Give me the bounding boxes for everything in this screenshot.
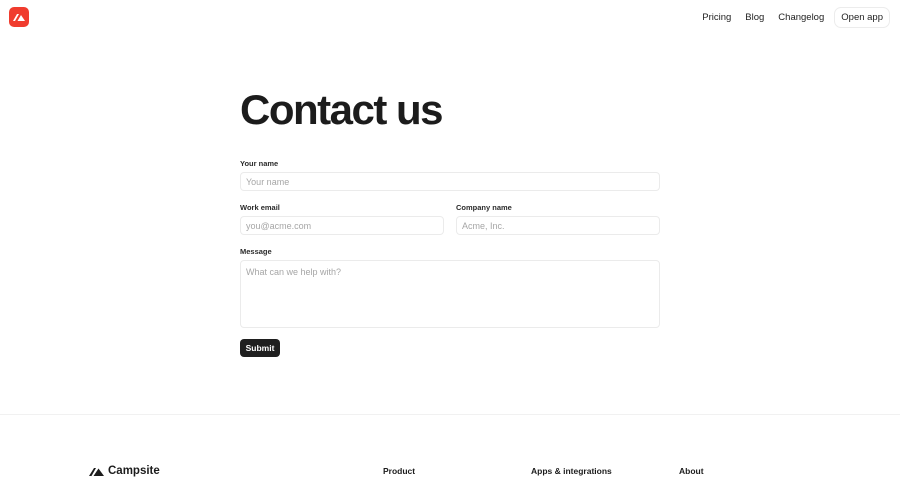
email-input[interactable] — [240, 216, 444, 235]
nav-changelog-link[interactable]: Changelog — [771, 8, 831, 27]
footer-brand[interactable]: Campsite — [89, 465, 160, 477]
company-label: Company name — [456, 203, 512, 212]
email-label: Work email — [240, 203, 280, 212]
top-nav: Pricing Blog Changelog Open app — [695, 0, 890, 34]
name-input[interactable] — [240, 172, 660, 191]
footer-column-product: Product — [383, 466, 416, 476]
name-label: Your name — [240, 159, 279, 168]
campsite-logo-icon — [13, 14, 25, 21]
message-textarea[interactable] — [240, 260, 660, 328]
footer-column-about: About — [679, 466, 704, 476]
message-label: Message — [240, 247, 272, 256]
submit-button[interactable]: Submit — [240, 339, 280, 357]
footer-column-apps: Apps & integrations — [531, 466, 612, 476]
page-title: Contact us — [240, 86, 444, 133]
campsite-tent-icon — [89, 467, 104, 476]
nav-pricing-link[interactable]: Pricing — [695, 8, 738, 27]
company-input[interactable] — [456, 216, 660, 235]
brand-name: Campsite — [108, 465, 160, 477]
campsite-logo[interactable] — [9, 7, 29, 27]
open-app-button[interactable]: Open app — [834, 6, 890, 28]
nav-blog-link[interactable]: Blog — [738, 8, 771, 27]
footer: Campsite Product Apps & integrations Abo… — [0, 414, 900, 484]
